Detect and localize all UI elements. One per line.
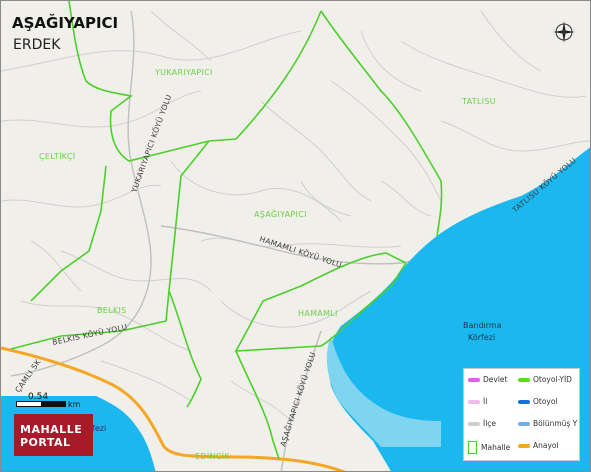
scale-bar-graphic (16, 401, 66, 407)
legend-label: Devlet (483, 375, 508, 384)
legend-item-il: İl (468, 397, 487, 406)
water-bandirma: Bandırma (463, 321, 502, 330)
legend-label: İl (483, 397, 488, 406)
road-camli-sk: ÇAMLI SK (13, 357, 43, 394)
scale-bar: 0.54 km (14, 392, 86, 414)
map-canvas[interactable]: YUKARIYAPICI ÇELTİKÇİ TATLISU AŞAĞIYAPIC… (0, 0, 591, 472)
place-yukariyapici: YUKARIYAPICI (154, 68, 213, 77)
page-title: AŞAĞIYAPICI (12, 14, 119, 32)
road-hamamli-koyu-yolu: HAMAMLI KÖYÜ YOLU (258, 234, 343, 269)
legend-item-bolunmus-yol: Bölünmüş Y (518, 419, 577, 428)
legend-swatch (518, 377, 530, 382)
legend-item-anayol: Anayol (518, 441, 559, 450)
place-asagiyapici: AŞAĞIYAPICI (254, 208, 307, 219)
place-tatlisu: TATLISU (461, 97, 496, 106)
legend-swatch (468, 377, 480, 382)
legend-item-ilce: İlçe (468, 419, 496, 428)
legend-item-mahalle: Mahalle (468, 441, 510, 454)
logo-line-2: PORTAL (20, 436, 71, 449)
legend-swatch (468, 399, 480, 404)
legend-swatch (518, 421, 530, 426)
compass-rose-icon (553, 21, 575, 43)
road-asagiyapici-koyu-yolu: AŞAĞIYAPICI KÖYÜ YOLU (278, 351, 317, 448)
map-legend: Devlet Otoyol-YİD İl Otoyol İlçe Bölünmü… (463, 368, 580, 461)
mahalle-portal-logo[interactable]: MAHALLE PORTAL (14, 414, 93, 456)
legend-swatch (518, 443, 530, 448)
place-edincik: EDİNCİK (195, 451, 230, 461)
scale-unit: km (68, 400, 81, 409)
legend-label: Anayol (533, 441, 559, 450)
legend-swatch (468, 441, 477, 454)
legend-label: Bölünmüş Y (533, 419, 578, 428)
legend-label: Otoyol-YİD (533, 375, 572, 384)
place-celtikci: ÇELTİKÇİ (39, 151, 75, 161)
legend-label: Otoyol (533, 397, 558, 406)
district-subtitle: ERDEK (13, 37, 61, 53)
legend-swatch (518, 399, 530, 404)
legend-item-otoyol-yid: Otoyol-YİD (518, 375, 572, 384)
road-belkis-koyu-yolu: BELKIS KÖYÜ YOLU (52, 322, 129, 347)
water-fezi: fezi (92, 424, 106, 433)
legend-item-devlet: Devlet (468, 375, 507, 384)
road-yukariyapici-koyu-yolu: YUKARIYAPICI KÖYÜ YOLU (129, 93, 173, 194)
place-belkis: BELKIS (97, 306, 126, 315)
legend-label: İlçe (483, 419, 497, 428)
water-korfezi: Körfezi (468, 333, 495, 342)
legend-swatch (468, 421, 480, 426)
logo-line-1: MAHALLE (20, 423, 83, 436)
legend-label: Mahalle (481, 443, 511, 452)
legend-item-otoyol: Otoyol (518, 397, 558, 406)
place-hamamli: HAMAMLI (298, 309, 338, 318)
